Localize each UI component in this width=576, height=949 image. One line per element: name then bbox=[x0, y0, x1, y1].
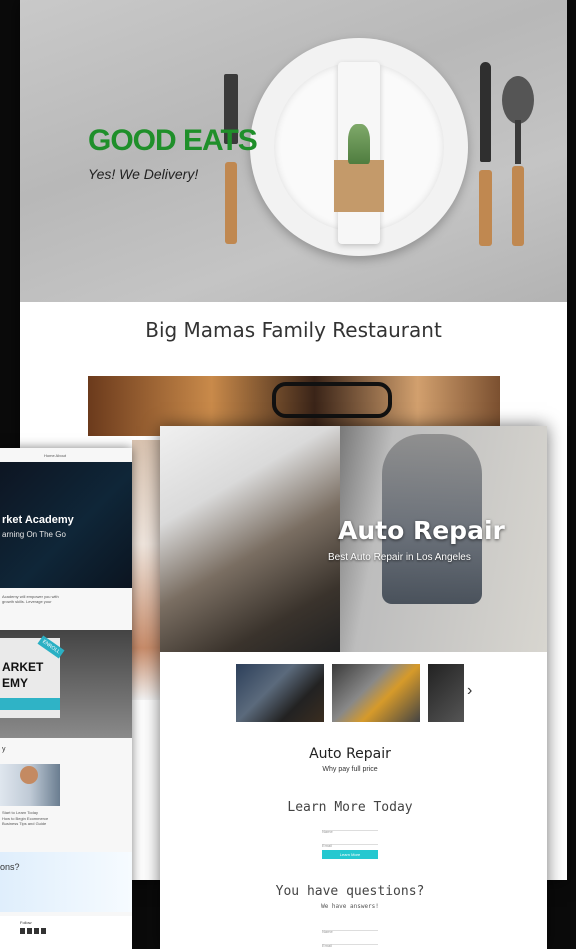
social-icons[interactable] bbox=[20, 928, 48, 934]
academy-course-caption: Start to Learn Today bbox=[2, 810, 38, 815]
knife-image bbox=[478, 62, 494, 246]
academy-nav[interactable]: Home About bbox=[44, 453, 66, 458]
auto-repair-page: Auto Repair Best Auto Repair in Los Ange… bbox=[160, 426, 547, 949]
questions-subtitle: We have answers! bbox=[321, 903, 379, 910]
spoon-image bbox=[502, 76, 536, 246]
promo-line1: ARKET bbox=[2, 660, 44, 674]
promo-ribbon: ENROLL bbox=[37, 635, 65, 659]
thumbnail-1[interactable] bbox=[236, 664, 324, 722]
academy-intro: Academy will empower you with growth ski… bbox=[2, 594, 59, 604]
learn-more-button[interactable]: Learn More bbox=[322, 850, 378, 859]
napkin-image bbox=[334, 62, 384, 244]
name-input[interactable]: Name bbox=[322, 820, 378, 834]
academy-hero: rket Academy arning On The Go bbox=[0, 462, 132, 588]
auto-subtitle: Why pay full price bbox=[322, 766, 378, 773]
academy-hero-title: rket Academy bbox=[2, 514, 74, 526]
promo-line2: EMY bbox=[2, 676, 29, 690]
car-image bbox=[160, 426, 340, 652]
academy-course-image bbox=[0, 764, 60, 806]
brand-heading: GOOD EATS bbox=[88, 124, 258, 157]
academy-footer: Follow bbox=[0, 916, 132, 949]
academy-bottom-heading: ons? bbox=[0, 862, 20, 872]
auto-hero-title: Auto Repair bbox=[338, 516, 505, 545]
question-name-input[interactable]: Name bbox=[322, 920, 378, 934]
email-input[interactable]: Email bbox=[322, 834, 378, 848]
academy-footer-label: Follow bbox=[20, 920, 32, 925]
academy-section-label: y bbox=[2, 746, 6, 753]
thumbnail-2[interactable] bbox=[332, 664, 420, 722]
academy-hero-subtitle: arning On The Go bbox=[2, 530, 66, 539]
fork-image bbox=[222, 74, 240, 244]
auto-hero-image: Auto Repair Best Auto Repair in Los Ange… bbox=[160, 426, 547, 652]
carousel-next-icon[interactable]: › bbox=[467, 682, 472, 700]
academy-page: Home About rket Academy arning On The Go… bbox=[0, 448, 132, 949]
auto-title: Auto Repair bbox=[309, 746, 391, 762]
question-email-input[interactable]: Email bbox=[322, 934, 378, 948]
questions-heading: You have questions? bbox=[275, 884, 425, 899]
thumbnail-3[interactable] bbox=[428, 664, 464, 722]
academy-promo: ENROLL ARKET EMY bbox=[0, 630, 132, 738]
cta-heading: Learn More Today bbox=[287, 800, 413, 815]
brand-tagline: Yes! We Delivery! bbox=[88, 166, 199, 182]
question-email-placeholder: Email bbox=[322, 943, 333, 948]
restaurant-content-image bbox=[132, 440, 162, 700]
email-placeholder: Email bbox=[322, 843, 333, 848]
restaurant-title: Big Mamas Family Restaurant bbox=[145, 318, 442, 342]
academy-course-desc: How to Begin Ecommerce Business Tips and… bbox=[2, 816, 49, 826]
academy-bottom-section: ons? bbox=[0, 852, 132, 912]
auto-hero-subtitle: Best Auto Repair in Los Angeles bbox=[328, 552, 471, 563]
